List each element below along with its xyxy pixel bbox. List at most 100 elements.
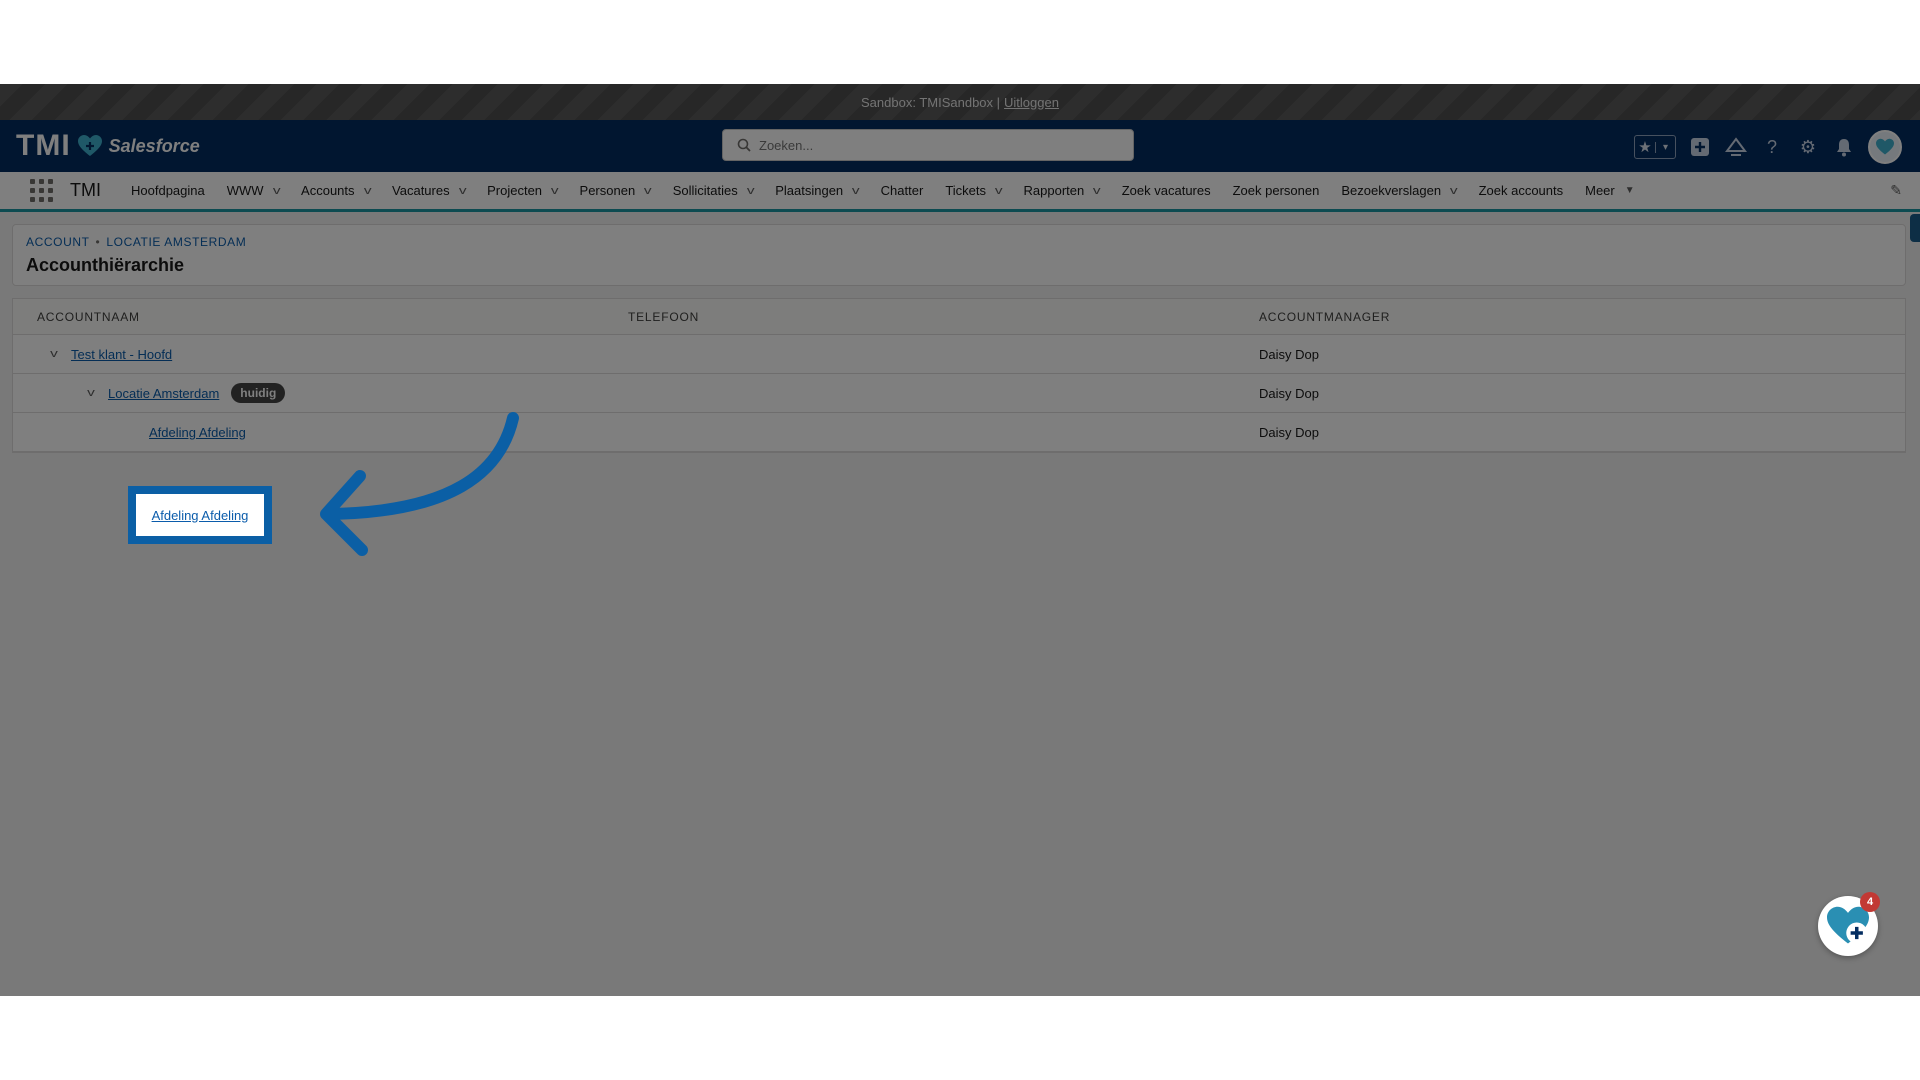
chevron-down-icon[interactable]: v xyxy=(551,185,559,197)
manager-cell: Daisy Dop xyxy=(1259,346,1319,362)
nav-items: Hoofdpagina WWW v Accounts v Vacatures v Projec… xyxy=(131,183,1657,198)
app-frame: Sandbox: TMISandbox | Uitloggen TMI Sale… xyxy=(0,84,1920,996)
avatar-heart-icon xyxy=(1876,138,1894,155)
account-link[interactable]: Locatie Amsterdam xyxy=(108,386,219,401)
chevron-down-icon[interactable]: v xyxy=(747,185,755,197)
nav-item-plaatsingen[interactable]: Plaatsingen v xyxy=(775,183,860,198)
current-badge: huidig xyxy=(231,383,286,403)
chevron-down-icon[interactable]: v xyxy=(852,185,860,197)
breadcrumb-account[interactable]: ACCOUNT xyxy=(26,235,90,249)
highlighted-account-link[interactable]: Afdeling Afdeling xyxy=(128,486,272,544)
account-link[interactable]: Afdeling Afdeling xyxy=(149,425,246,440)
page-header: ACCOUNT • LOCATIE AMSTERDAM Accounthiëra… xyxy=(12,224,1906,286)
help-icon[interactable]: ? xyxy=(1760,135,1784,159)
star-icon[interactable]: ★ xyxy=(1635,138,1655,156)
nav-item-www[interactable]: WWW v xyxy=(226,183,280,198)
user-avatar[interactable] xyxy=(1868,130,1902,164)
app-launcher-icon[interactable] xyxy=(30,178,54,203)
nav-item-personen[interactable]: Personen v xyxy=(579,183,652,198)
column-header-accountmanager[interactable]: ACCOUNTMANAGER xyxy=(1259,310,1905,324)
nav-item-accounts[interactable]: Accounts v xyxy=(301,183,371,198)
nav-item-label: Meer xyxy=(1585,183,1615,198)
tmi-salesforce-logo[interactable]: TMI Salesforce xyxy=(16,128,200,164)
breadcrumb-separator: • xyxy=(95,235,101,249)
nav-item-rapporten[interactable]: Rapporten v xyxy=(1024,183,1101,198)
global-header: TMI Salesforce ★ ▾ xyxy=(0,120,1920,172)
gear-icon[interactable]: ⚙ xyxy=(1796,135,1820,159)
sandbox-banner: Sandbox: TMISandbox | Uitloggen xyxy=(0,84,1920,120)
search-input[interactable] xyxy=(759,137,1119,153)
sandbox-label: Sandbox: TMISandbox | xyxy=(861,94,1001,110)
breadcrumb-location[interactable]: LOCATIE AMSTERDAM xyxy=(106,235,246,249)
nav-item-zoek-vacatures[interactable]: Zoek vacatures xyxy=(1122,183,1211,198)
edit-nav-icon[interactable]: ✎ xyxy=(1890,182,1902,199)
logo-tmi-text: TMI xyxy=(16,129,71,162)
nav-item-zoek-personen[interactable]: Zoek personen xyxy=(1233,183,1320,198)
nav-item-zoek-accounts[interactable]: Zoek accounts xyxy=(1479,183,1564,198)
table-row: v Test klant - Hoofd Daisy Dop xyxy=(13,335,1905,374)
nav-item-sollicitaties[interactable]: Sollicitaties v xyxy=(672,183,755,198)
nav-item-label: Zoek accounts xyxy=(1478,183,1564,198)
column-header-accountnaam[interactable]: ACCOUNTNAAM xyxy=(13,310,628,324)
breadcrumb: ACCOUNT • LOCATIE AMSTERDAM xyxy=(26,235,246,249)
notification-count-badge: 4 xyxy=(1860,892,1880,912)
logo-salesforce-text: Salesforce xyxy=(108,135,200,156)
table-row: Afdeling Afdeling Daisy Dop xyxy=(13,413,1905,452)
favorites-dropdown-icon[interactable]: ▾ xyxy=(1655,141,1675,153)
navigation-bar: TMI Hoofdpagina WWW v Accounts v Vacatures v Pr… xyxy=(0,172,1920,212)
nav-item-label: Sollicitaties xyxy=(672,183,738,198)
chevron-down-icon[interactable]: ▼ xyxy=(1625,185,1635,196)
nav-item-label: Zoek vacatures xyxy=(1121,183,1211,198)
chevron-down-icon[interactable]: v xyxy=(272,185,280,197)
highlighted-link-label[interactable]: Afdeling Afdeling xyxy=(152,508,249,523)
nav-item-meer[interactable]: Meer ▼ xyxy=(1585,183,1635,198)
collapse-chevron-icon[interactable]: v xyxy=(78,387,103,399)
nav-item-label: Plaatsingen xyxy=(775,183,844,198)
chevron-down-icon[interactable]: v xyxy=(459,185,467,197)
pointer-arrow-icon xyxy=(320,412,519,556)
nav-item-chatter[interactable]: Chatter xyxy=(881,183,924,198)
header-utility-icons: ★ ▾ ? ⚙ xyxy=(1634,130,1902,164)
nav-item-label: Tickets xyxy=(945,183,987,198)
heart-plus-icon xyxy=(1827,906,1869,944)
global-search[interactable] xyxy=(722,129,1134,161)
favorites-group: ★ ▾ xyxy=(1634,135,1676,159)
side-panel-tab[interactable] xyxy=(1910,214,1920,242)
chevron-down-icon[interactable]: v xyxy=(363,185,371,197)
heart-logo-icon xyxy=(77,135,102,156)
app-name: TMI xyxy=(70,180,101,200)
chevron-down-icon[interactable]: v xyxy=(644,185,652,197)
account-name-cell: v Test klant - Hoofd xyxy=(13,347,628,362)
chevron-down-icon[interactable]: v xyxy=(1450,185,1458,197)
dim-overlay xyxy=(0,84,1920,996)
nav-item-label: WWW xyxy=(226,183,264,198)
account-name-cell: v Locatie Amsterdam huidig xyxy=(13,383,628,403)
manager-cell: Daisy Dop xyxy=(1259,385,1319,401)
chevron-down-icon[interactable]: v xyxy=(995,185,1003,197)
add-icon[interactable] xyxy=(1688,135,1712,159)
trailhead-icon[interactable] xyxy=(1724,135,1748,159)
nav-item-label: Chatter xyxy=(880,183,924,198)
page-title: Accounthiërarchie xyxy=(26,255,185,275)
nav-item-projecten[interactable]: Projecten v xyxy=(487,183,559,198)
account-link[interactable]: Test klant - Hoofd xyxy=(71,347,172,362)
table-row: v Locatie Amsterdam huidig Daisy Dop xyxy=(13,374,1905,413)
chevron-down-icon[interactable]: v xyxy=(1093,185,1101,197)
logout-link[interactable]: Uitloggen xyxy=(1004,95,1059,110)
nav-item-tickets[interactable]: Tickets v xyxy=(945,183,1003,198)
nav-item-label: Accounts xyxy=(301,183,355,198)
grid-header-row: ACCOUNTNAAM TELEFOON ACCOUNTMANAGER xyxy=(13,299,1905,335)
nav-item-label: Vacatures xyxy=(392,183,450,198)
manager-cell: Daisy Dop xyxy=(1259,424,1319,440)
nav-item-vacatures[interactable]: Vacatures v xyxy=(392,183,467,198)
hierarchy-grid: ACCOUNTNAAM TELEFOON ACCOUNTMANAGER v Te… xyxy=(12,298,1906,453)
nav-item-label: Projecten xyxy=(487,183,543,198)
nav-item-bezoekverslagen[interactable]: Bezoekverslagen v xyxy=(1341,183,1458,198)
collapse-chevron-icon[interactable]: v xyxy=(41,348,66,360)
bell-icon[interactable] xyxy=(1832,135,1856,159)
search-icon xyxy=(737,138,751,152)
column-header-telefoon[interactable]: TELEFOON xyxy=(628,310,1259,324)
nav-item-label: Personen xyxy=(579,183,636,198)
nav-item-hoofdpagina[interactable]: Hoofdpagina xyxy=(131,183,205,198)
nav-item-label: Hoofdpagina xyxy=(131,183,205,198)
